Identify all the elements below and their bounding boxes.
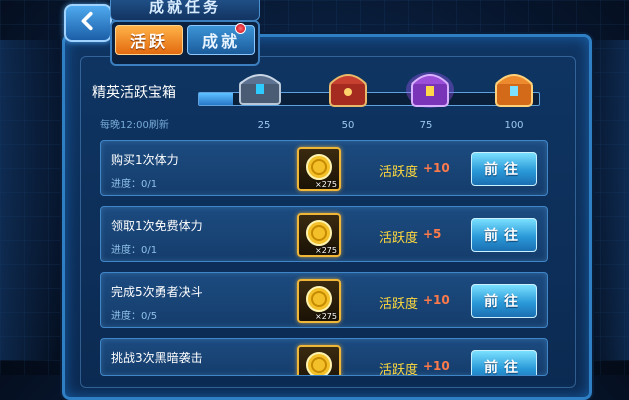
- chest-section-title: 精英活跃宝箱: [92, 85, 176, 101]
- go-button[interactable]: 前往: [471, 350, 537, 375]
- chest-50[interactable]: [322, 66, 374, 110]
- activity-points-value: +5: [423, 227, 442, 241]
- task-name: 领取1次免费体力: [111, 219, 203, 233]
- back-arrow-icon: [77, 10, 99, 36]
- task-progress: 进度：0/1: [111, 245, 158, 256]
- task-progress: 进度：0/5: [111, 311, 158, 322]
- task-row: 领取1次免费体力 进度：0/1 ×275 活跃度 +5 前往: [100, 206, 548, 262]
- gold-coin-icon: [306, 154, 332, 180]
- chest-icon: [495, 74, 533, 107]
- chest-threshold-25: 25: [257, 120, 271, 131]
- activity-points-label: 活跃度: [379, 297, 419, 312]
- tab-activity[interactable]: 活跃: [115, 25, 183, 55]
- gold-coin-icon: [306, 352, 332, 375]
- gold-coin-icon: [306, 220, 332, 246]
- go-button[interactable]: 前往: [471, 284, 537, 318]
- chest-threshold-100: 100: [504, 120, 524, 131]
- page-title: 成就任务: [110, 0, 260, 21]
- task-progress: 进度：0/1: [111, 179, 158, 190]
- go-button[interactable]: 前往: [471, 218, 537, 252]
- notification-badge: [235, 23, 246, 34]
- chest-icon: [406, 72, 454, 108]
- activity-points-label: 活跃度: [379, 165, 419, 180]
- activity-points-label: 活跃度: [379, 231, 419, 246]
- task-row: 完成5次勇者决斗 进度：0/5 ×275 活跃度 +10 前往: [100, 272, 548, 328]
- task-name: 购买1次体力: [111, 153, 179, 167]
- reward-count: ×275: [315, 246, 337, 255]
- activity-progress-fill: [199, 93, 233, 105]
- activity-points-value: +10: [423, 293, 450, 307]
- refresh-time-text: 每晚12:00刷新: [100, 120, 169, 131]
- activity-points-value: +10: [423, 161, 450, 175]
- left-side-decoration: [0, 40, 60, 360]
- activity-points-label: 活跃度: [379, 363, 419, 376]
- reward-item[interactable]: ×275: [297, 147, 341, 191]
- chest-icon: [239, 74, 281, 105]
- chest-threshold-75: 75: [419, 120, 433, 131]
- task-row: 挑战3次黑暗袭击 活跃度 +10 前往: [100, 338, 548, 376]
- task-name: 完成5次勇者决斗: [111, 285, 203, 299]
- go-button[interactable]: 前往: [471, 152, 537, 186]
- reward-item[interactable]: ×275: [297, 213, 341, 257]
- activity-points-value: +10: [423, 359, 450, 373]
- chest-threshold-50: 50: [341, 120, 355, 131]
- chest-icon: [329, 74, 367, 107]
- gold-coin-icon: [306, 286, 332, 312]
- reward-count: ×275: [315, 312, 337, 321]
- task-name: 挑战3次黑暗袭击: [111, 351, 203, 365]
- chest-75[interactable]: [404, 66, 456, 110]
- reward-item[interactable]: [297, 345, 341, 375]
- reward-item[interactable]: ×275: [297, 279, 341, 323]
- back-button[interactable]: [64, 4, 112, 42]
- chest-100[interactable]: [488, 66, 540, 110]
- task-row: 购买1次体力 进度：0/1 ×275 活跃度 +10 前往: [100, 140, 548, 196]
- reward-count: ×275: [315, 180, 337, 189]
- chest-25[interactable]: [234, 64, 286, 108]
